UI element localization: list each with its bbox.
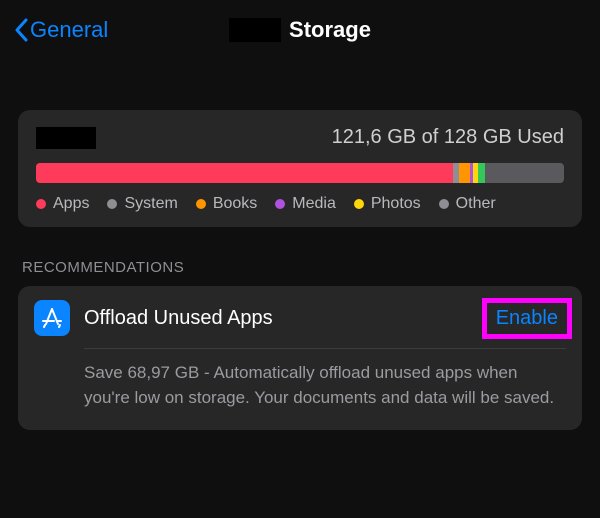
redacted-label (36, 127, 96, 149)
bar-segment-apps (36, 163, 453, 183)
legend-item-other: Other (439, 195, 496, 213)
legend-label: Books (213, 195, 257, 213)
legend-label: Media (292, 195, 336, 213)
back-button[interactable]: General (14, 17, 108, 43)
legend-dot-icon (36, 199, 46, 209)
legend-item-system: System (107, 195, 177, 213)
back-label: General (30, 17, 108, 43)
bar-segment-books (459, 163, 470, 183)
recommendations-header: RECOMMENDATIONS (22, 259, 578, 276)
storage-used-text: 121,6 GB of 128 GB Used (332, 126, 564, 149)
app-store-icon (34, 300, 70, 336)
divider (84, 348, 566, 349)
storage-card: 121,6 GB of 128 GB Used Apps System Books M… (18, 110, 582, 227)
page-title: Storage (289, 17, 371, 43)
legend-dot-icon (439, 199, 449, 209)
title-group: Storage (229, 17, 371, 43)
legend-dot-icon (275, 199, 285, 209)
storage-summary-row: 121,6 GB of 128 GB Used (36, 126, 564, 149)
legend-dot-icon (107, 199, 117, 209)
recommendation-title: Offload Unused Apps (84, 307, 474, 330)
chevron-left-icon (14, 18, 28, 42)
recommendation-card: Offload Unused Apps Enable Save 68,97 GB… (18, 286, 582, 430)
legend-dot-icon (354, 199, 364, 209)
legend-label: Other (456, 195, 496, 213)
bar-segment-free (485, 163, 564, 183)
legend-item-apps: Apps (36, 195, 89, 213)
legend-item-media: Media (275, 195, 336, 213)
legend-label: System (124, 195, 177, 213)
legend-dot-icon (196, 199, 206, 209)
legend-item-photos: Photos (354, 195, 421, 213)
recommendation-row: Offload Unused Apps Enable (34, 300, 566, 336)
storage-bar (36, 163, 564, 183)
legend-item-books: Books (196, 195, 257, 213)
redacted-device-name (229, 18, 281, 42)
legend-label: Photos (371, 195, 421, 213)
enable-button[interactable]: Enable (496, 307, 558, 329)
navbar: General Storage (0, 0, 600, 60)
storage-legend: Apps System Books Media Photos Other (36, 195, 564, 213)
legend-label: Apps (53, 195, 89, 213)
recommendation-description: Save 68,97 GB - Automatically offload un… (84, 361, 566, 410)
